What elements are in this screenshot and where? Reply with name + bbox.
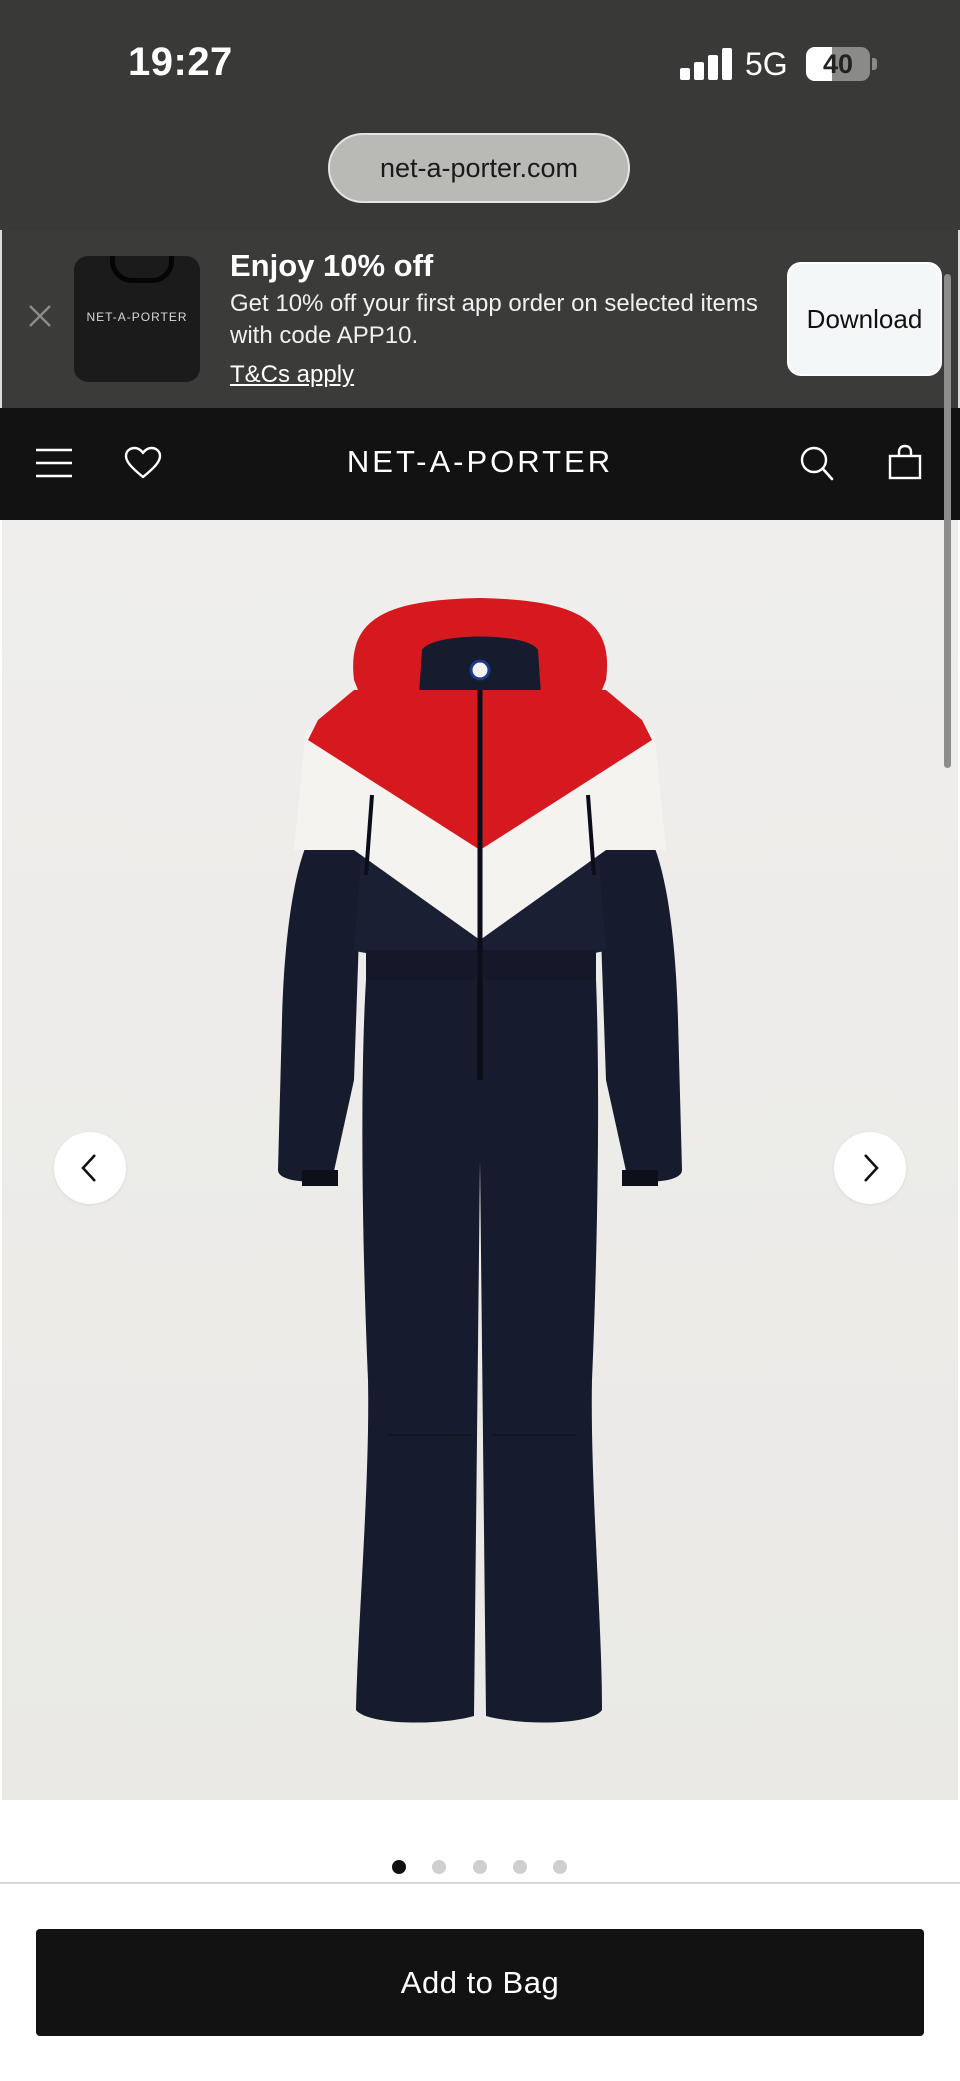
terms-link[interactable]: T&Cs apply — [230, 361, 354, 389]
app-icon: NET-A-PORTER — [74, 256, 200, 382]
cellular-signal-icon — [680, 48, 732, 80]
battery-level: 40 — [822, 49, 854, 79]
carousel-dot-3[interactable] — [473, 1860, 487, 1874]
url-text: net-a-porter.com — [379, 152, 579, 183]
battery-cap — [872, 58, 877, 70]
close-icon[interactable] — [24, 300, 56, 332]
divider — [0, 1882, 960, 1884]
site-header: NET-A-PORTER — [0, 408, 960, 520]
network-type: 5G — [745, 46, 788, 82]
status-time: 19:27 — [128, 40, 233, 84]
search-icon[interactable] — [800, 446, 834, 487]
chevron-right-icon[interactable] — [834, 1132, 906, 1204]
add-to-bag-button[interactable]: Add to Bag — [36, 1929, 924, 2036]
carousel-dot-4[interactable] — [513, 1860, 527, 1874]
chevron-left-icon[interactable] — [54, 1132, 126, 1204]
url-bar[interactable]: net-a-porter.com — [328, 133, 630, 203]
carousel-dot-2[interactable] — [432, 1860, 446, 1874]
promo-body: Get 10% off your first app order on sele… — [230, 290, 758, 349]
page-scrollbar[interactable] — [944, 274, 951, 768]
battery-icon: 40 — [806, 47, 870, 81]
app-promo-banner: NET-A-PORTER Enjoy 10% off Get 10% off y… — [0, 230, 960, 408]
bag-handle-graphic — [110, 256, 174, 283]
ski-suit-image — [278, 598, 682, 1723]
status-bar: 19:27 5G 40 net-a-porter.com — [0, 0, 960, 230]
shopping-bag-icon[interactable] — [888, 444, 922, 485]
carousel-dot-5[interactable] — [553, 1860, 567, 1874]
product-image-carousel[interactable] — [2, 520, 958, 1800]
carousel-dot-1[interactable] — [392, 1860, 406, 1874]
download-button[interactable]: Download — [787, 262, 942, 376]
app-icon-text: NET-A-PORTER — [86, 310, 188, 324]
carousel-pagination — [0, 1860, 960, 1876]
promo-title: Enjoy 10% off — [230, 248, 434, 283]
